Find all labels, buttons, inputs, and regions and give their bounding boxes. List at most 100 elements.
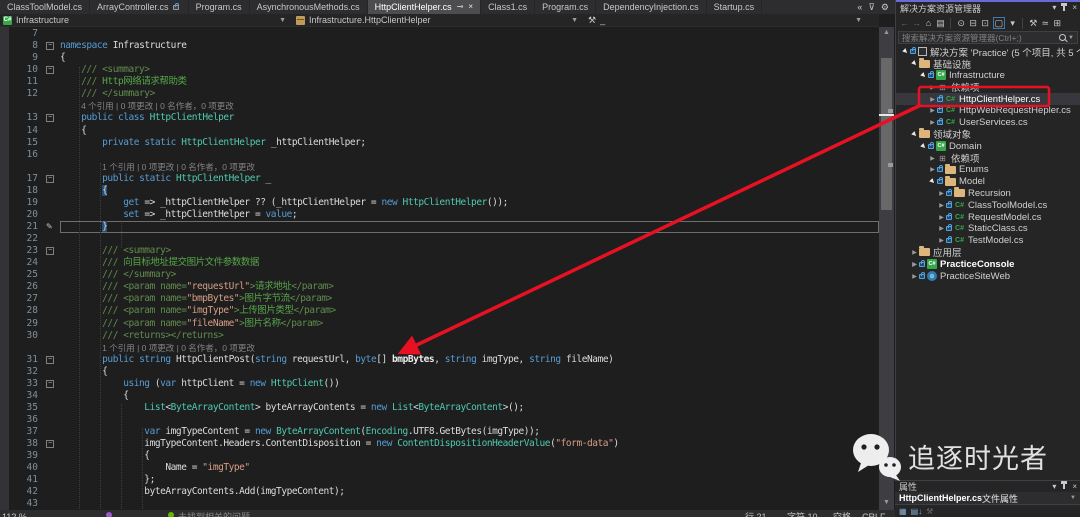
- categorized-icon[interactable]: ▦: [899, 507, 907, 516]
- collapse-region-icon[interactable]: −: [46, 379, 54, 388]
- back-icon[interactable]: ←: [900, 18, 909, 28]
- tree-item-httpwebrequesthepler-cs[interactable]: ▶ C# HttpWebRequestHepler.cs: [896, 105, 1080, 117]
- member-dropdown[interactable]: ⚒ _ ▼: [582, 14, 866, 26]
- tab-close-icon[interactable]: ×: [468, 3, 473, 11]
- collapsed-arrow-icon[interactable]: ▶: [928, 84, 937, 91]
- collapse-region-icon[interactable]: −: [46, 440, 54, 449]
- search-icon[interactable]: [1059, 34, 1067, 41]
- forward-icon[interactable]: →: [912, 18, 921, 28]
- type-dropdown[interactable]: Infrastructure.HttpClientHelper ▼: [290, 14, 582, 26]
- switch-views-icon[interactable]: ▤: [936, 18, 945, 28]
- scroll-down-icon[interactable]: ▼: [879, 499, 894, 506]
- tree-item-practiceconsole[interactable]: ▶ C# PracticeConsole: [896, 258, 1080, 270]
- chevron-down-icon[interactable]: ▼: [1068, 35, 1074, 41]
- document-tab[interactable]: ArrayController.cs: [90, 0, 189, 14]
- pin-icon[interactable]: [1061, 2, 1068, 11]
- collapsed-arrow-icon[interactable]: ▶: [910, 261, 919, 268]
- collapsed-arrow-icon[interactable]: ▶: [937, 225, 946, 232]
- outlining-margin[interactable]: −: [44, 438, 60, 450]
- tree-item-domain[interactable]: ▶ C# Domain: [896, 140, 1080, 152]
- collapsed-arrow-icon[interactable]: ▶: [937, 214, 946, 221]
- document-tab[interactable]: Program.cs: [188, 0, 250, 14]
- outlining-margin[interactable]: −: [44, 64, 60, 76]
- chevrons-left-icon[interactable]: «: [857, 2, 862, 12]
- tree-item-infrastructure[interactable]: ▶ C# Infrastructure: [896, 70, 1080, 82]
- collapsed-arrow-icon[interactable]: ▶: [928, 155, 937, 162]
- codelens-text[interactable]: 4 个引用 | 0 项更改 | 0 名作者，0 项更改: [60, 100, 879, 112]
- scroll-up-icon[interactable]: ▲: [879, 29, 894, 36]
- add-item-icon[interactable]: ⊞: [1053, 18, 1062, 28]
- document-tab[interactable]: Program.cs: [535, 0, 597, 14]
- collapse-region-icon[interactable]: −: [46, 114, 54, 123]
- collapse-all-icon[interactable]: ⊟: [969, 18, 978, 28]
- close-icon[interactable]: ×: [1072, 4, 1077, 12]
- document-tab[interactable]: Startup.cs: [706, 0, 763, 14]
- tree-item-testmodel-cs[interactable]: ▶ C# TestModel.cs: [896, 235, 1080, 247]
- settings-gear-icon[interactable]: ⚙: [881, 2, 889, 12]
- tree-item--practice-5-5-[interactable]: ▶ 解决方案 'Practice' (5 个项目, 共 5 个): [896, 46, 1080, 59]
- outlining-margin[interactable]: −: [44, 173, 60, 185]
- compare-icon[interactable]: ≃: [1041, 18, 1050, 28]
- properties-icon[interactable]: ⊡: [981, 18, 990, 28]
- outlining-margin[interactable]: −: [44, 354, 60, 366]
- tree-item-recursion[interactable]: ▶ Recursion: [896, 187, 1080, 200]
- collapse-region-icon[interactable]: −: [46, 66, 54, 75]
- home-icon[interactable]: ⌂: [924, 18, 933, 28]
- project-dropdown[interactable]: C# Infrastructure ▼: [0, 14, 290, 26]
- properties-wrench-icon[interactable]: ⚒: [926, 507, 933, 516]
- collapsed-arrow-icon[interactable]: ▶: [928, 166, 937, 173]
- outlining-margin[interactable]: −: [44, 378, 60, 390]
- tree-item-staticclass-cs[interactable]: ▶ C# StaticClass.cs: [896, 223, 1080, 235]
- collapse-region-icon[interactable]: −: [46, 247, 54, 256]
- solution-search-box[interactable]: 搜索解决方案资源管理器(Ctrl+;) ▼: [898, 31, 1078, 44]
- codelens-text[interactable]: 1 个引用 | 0 项更改 | 0 名作者，0 项更改: [60, 342, 879, 354]
- tree-item-practicesiteweb[interactable]: ▶ ⊕ PracticeSiteWeb: [896, 270, 1080, 282]
- outlining-margin[interactable]: −: [44, 112, 60, 124]
- tree-item-userservices-cs[interactable]: ▶ C# UserServices.cs: [896, 117, 1080, 129]
- collapsed-arrow-icon[interactable]: ▶: [910, 273, 919, 280]
- tree-item-requestmodel-cs[interactable]: ▶ C# RequestModel.cs: [896, 211, 1080, 223]
- tree-item-enums[interactable]: ▶ Enums: [896, 163, 1080, 176]
- zoom-level[interactable]: 112 %: [2, 511, 27, 517]
- collapsed-arrow-icon[interactable]: ▶: [937, 202, 946, 209]
- tree-item--[interactable]: ▶ ⊞ 依赖项: [896, 81, 1080, 95]
- document-tab[interactable]: Class1.cs: [481, 0, 536, 14]
- tree-item--[interactable]: ▶ 应用层: [896, 246, 1080, 259]
- tree-item--[interactable]: ▶ 基础设施: [896, 57, 1080, 71]
- chevron-down-icon[interactable]: ▾: [1052, 4, 1056, 12]
- collapsed-arrow-icon[interactable]: ▶: [928, 96, 937, 103]
- wrench-icon[interactable]: ⚒: [1029, 18, 1038, 28]
- close-icon[interactable]: ×: [1072, 482, 1077, 491]
- outlining-margin[interactable]: −: [44, 40, 60, 52]
- document-tab[interactable]: DependencyInjection.cs: [596, 0, 707, 14]
- scrollbar-thumb[interactable]: [881, 58, 892, 210]
- document-tab[interactable]: AsynchronousMethods.cs: [249, 0, 368, 14]
- tree-item-model[interactable]: ▶ Model: [896, 175, 1080, 188]
- document-tab[interactable]: ClassToolModel.cs: [0, 0, 91, 14]
- collapse-region-icon[interactable]: −: [46, 174, 54, 183]
- pending-changes-icon[interactable]: ⊙: [957, 18, 966, 28]
- status-bar: 112 % 未找到相关的问题 行 21 字符 10 空格 CRLF: [0, 510, 895, 517]
- caret-icon[interactable]: ▾: [1008, 18, 1017, 28]
- codelens-text[interactable]: 1 个引用 | 0 项更改 | 0 名作者，0 项更改: [60, 161, 879, 173]
- toggle-layout-icon[interactable]: ⊽: [868, 2, 875, 12]
- collapsed-arrow-icon[interactable]: ▶: [937, 190, 946, 197]
- tree-item-classtoolmodel-cs[interactable]: ▶ C# ClassToolModel.cs: [896, 199, 1080, 211]
- collapsed-arrow-icon[interactable]: ▶: [910, 249, 919, 256]
- outlining-margin[interactable]: −: [44, 245, 60, 257]
- code-editor[interactable]: 7 8− namespace Infrastructure 9{10− /// <su…: [0, 27, 879, 510]
- collapse-region-icon[interactable]: −: [46, 42, 54, 51]
- tree-item--[interactable]: ▶ ⊞ 依赖项: [896, 152, 1080, 166]
- collapsed-arrow-icon[interactable]: ▶: [937, 237, 946, 244]
- properties-object-selector[interactable]: HttpClientHelper.cs 文件属性 ▼: [895, 492, 1080, 505]
- collapsed-arrow-icon[interactable]: ▶: [928, 119, 937, 126]
- sync-active-document-icon[interactable]: ▢: [992, 16, 1006, 29]
- tree-item--[interactable]: ▶ 领域对象: [896, 128, 1080, 141]
- pin-icon[interactable]: [1061, 481, 1068, 489]
- tab-pin-icon[interactable]: ⊸: [457, 3, 464, 11]
- collapsed-arrow-icon[interactable]: ▶: [928, 107, 937, 114]
- alphabetical-icon[interactable]: ▤↓: [911, 507, 923, 516]
- collapse-region-icon[interactable]: −: [46, 355, 54, 364]
- document-tab[interactable]: HttpClientHelper.cs ⊸ ×: [367, 0, 482, 14]
- tree-item-httpclienthelper-cs[interactable]: ▶ C# HttpClientHelper.cs: [896, 93, 1080, 105]
